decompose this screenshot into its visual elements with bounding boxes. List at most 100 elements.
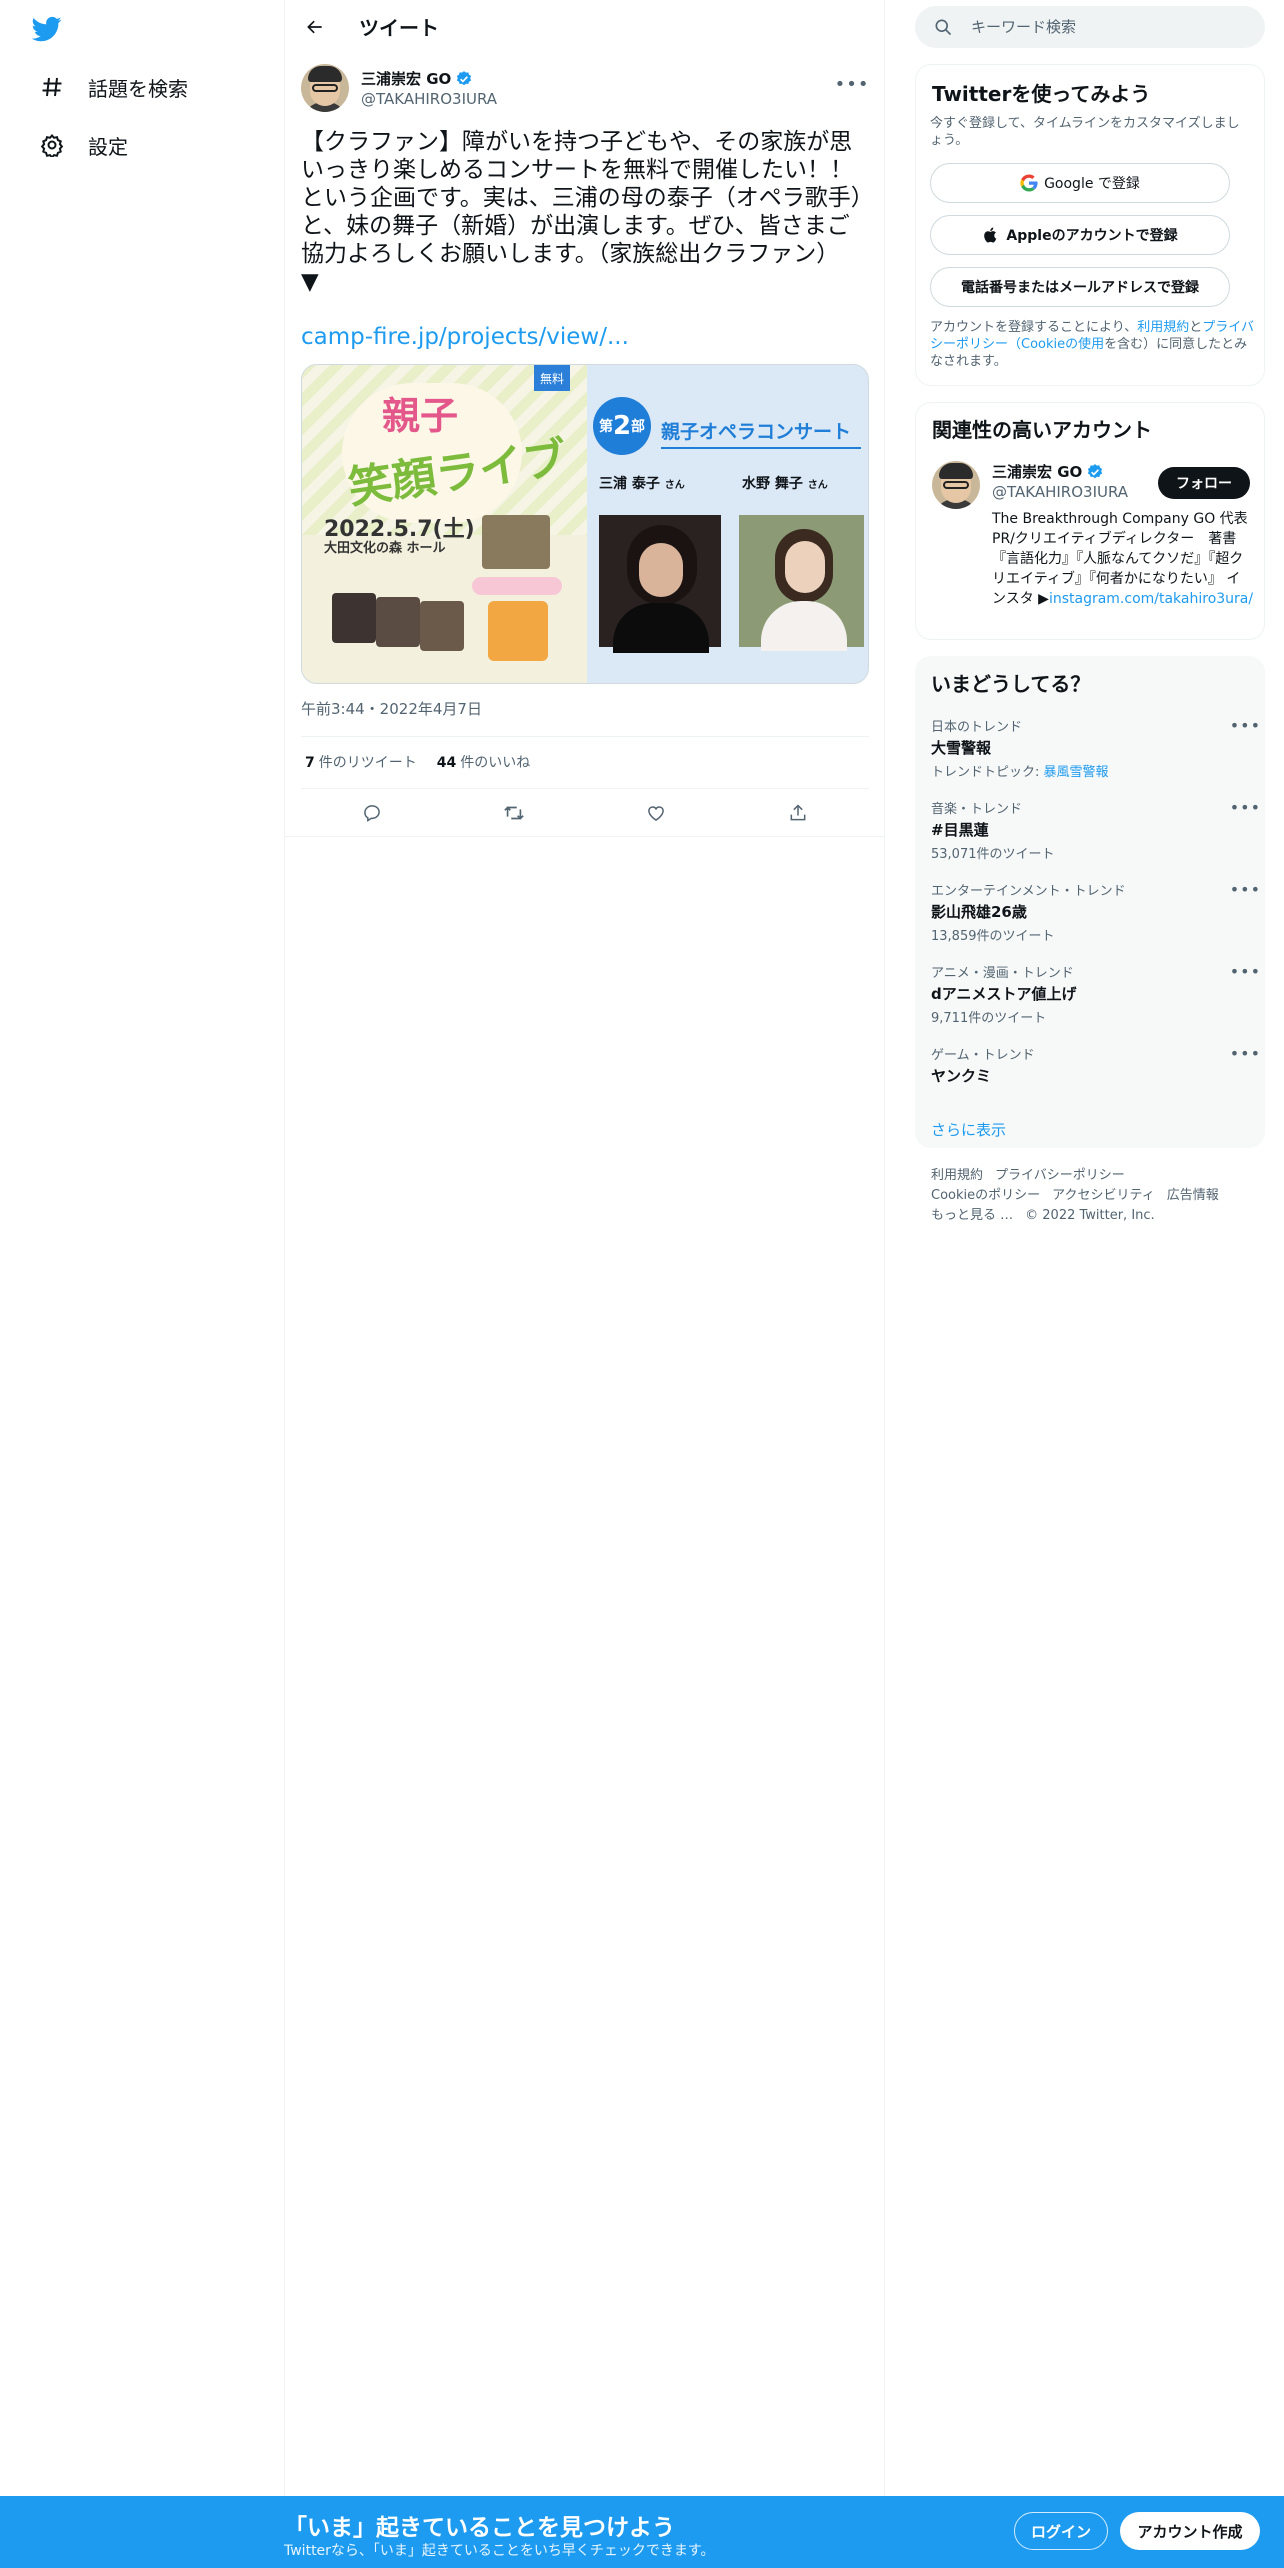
main-column: ツイート 三浦崇宏 GO @TAKAHIRO3IURA ••• 【クラファン】障… bbox=[285, 0, 885, 2568]
like-count[interactable]: 44 件のいいね bbox=[437, 752, 530, 772]
poster-info-box bbox=[488, 601, 548, 661]
poster-right: 第2部 親子オペラコンサート 三浦 泰子 さん 水野 舞子 さん bbox=[587, 365, 868, 683]
apple-icon bbox=[984, 227, 997, 243]
more-icon[interactable]: ••• bbox=[1230, 798, 1261, 817]
poster-performer-2: 水野 舞子 さん bbox=[742, 476, 828, 492]
retweet-icon bbox=[504, 806, 524, 820]
show-more-link[interactable]: さらに表示 bbox=[931, 1119, 1006, 1140]
apple-signup-button[interactable]: Appleのアカウントで登録 bbox=[930, 215, 1230, 255]
poster-photo bbox=[420, 601, 464, 651]
gear-icon bbox=[38, 131, 66, 159]
tweet-author: 三浦崇宏 GO @TAKAHIRO3IURA ••• bbox=[301, 63, 869, 113]
search-icon bbox=[935, 19, 952, 36]
trend-topic-link[interactable]: 暴風雪警報 bbox=[1044, 765, 1109, 780]
tweet-actions bbox=[301, 794, 869, 832]
more-icon[interactable]: ••• bbox=[1230, 962, 1261, 981]
poster-photo bbox=[482, 515, 550, 569]
more-icon[interactable]: ••• bbox=[1230, 1044, 1261, 1063]
google-signup-button[interactable]: Google で登録 bbox=[930, 163, 1230, 203]
divider bbox=[285, 836, 885, 837]
divider bbox=[301, 788, 869, 789]
trend-item[interactable]: 日本のトレンド 大雪警報 トレンドトピック: 暴風雪警報 ••• bbox=[931, 716, 1260, 780]
trend-item[interactable]: 音楽・トレンド #目黒蓮 53,071件のツイート ••• bbox=[931, 798, 1260, 862]
verified-badge-icon bbox=[457, 70, 472, 85]
tweet-text: 【クラファン】障がいを持つ子どもや、その家族が思いっきり楽しめるコンサートを無料… bbox=[301, 129, 863, 295]
poster-part-badge: 第2部 bbox=[593, 397, 651, 455]
twitter-logo-icon[interactable] bbox=[31, 14, 65, 44]
performer-photo bbox=[599, 515, 721, 653]
related-account-bio: The Breakthrough Company GO 代表 PR/クリエイティ… bbox=[992, 511, 1254, 607]
signup-button[interactable]: アカウント作成 bbox=[1120, 2512, 1260, 2550]
tweet-link[interactable]: camp-fire.jp/projects/view/... bbox=[301, 324, 629, 350]
footer-link[interactable]: 広告情報 bbox=[1167, 1188, 1219, 1203]
tweet-image[interactable]: 親子 笑顔ライブ 無料 2022.5.7(土) 大田文化の森 ホール 第2部 親… bbox=[301, 364, 869, 684]
page-header: ツイート bbox=[285, 0, 885, 53]
poster-left: 親子 笑顔ライブ 無料 2022.5.7(土) 大田文化の森 ホール bbox=[302, 365, 587, 683]
trend-item[interactable]: ゲーム・トレンド ヤンクミ ••• bbox=[931, 1044, 1260, 1086]
terms-link[interactable]: 利用規約 bbox=[1137, 320, 1189, 335]
signup-card-subtitle: 今すぐ登録して、タイムラインをカスタマイズしましょう。 bbox=[930, 116, 1240, 148]
footer-link[interactable]: プライバシーポリシー bbox=[995, 1168, 1125, 1183]
footer-link[interactable]: もっと見る … bbox=[931, 1208, 1013, 1223]
banner-subtitle: Twitterなら、「いま」起きていることをいち早くチェックできます。 bbox=[284, 2543, 715, 2559]
more-icon[interactable]: ••• bbox=[1230, 880, 1261, 899]
nav-item-explore[interactable]: 話題を検索 bbox=[30, 62, 196, 112]
google-icon bbox=[1020, 174, 1038, 192]
signup-card: Twitterを使ってみよう 今すぐ登録して、タイムラインをカスタマイズしましょ… bbox=[915, 64, 1265, 386]
footer-links: 利用規約 プライバシーポリシー Cookieのポリシー アクセシビリティ 広告情報 も… bbox=[931, 1166, 1251, 1226]
back-button[interactable] bbox=[297, 9, 333, 45]
author-name[interactable]: 三浦崇宏 GO bbox=[361, 68, 451, 89]
retweet-button[interactable] bbox=[496, 795, 532, 831]
poster-concert-title: 親子オペラコンサート bbox=[661, 421, 852, 443]
signup-banner: 「いま」起きていることを見つけよう Twitterなら、「いま」起きていることを… bbox=[0, 2496, 1284, 2568]
related-accounts-card: 関連性の高いアカウント 三浦崇宏 GO @TAKAHIRO3IURA フォロー … bbox=[915, 402, 1265, 640]
trends-card-title: いまどうしてる？ bbox=[931, 672, 1091, 696]
phone-email-signup-button[interactable]: 電話番号またはメールアドレスで登録 bbox=[930, 267, 1230, 307]
poster-photo bbox=[376, 597, 420, 647]
hashtag-icon bbox=[38, 73, 66, 101]
banner-title: 「いま」起きていることを見つけよう bbox=[284, 2515, 675, 2541]
reply-icon bbox=[364, 805, 380, 822]
more-icon: ••• bbox=[834, 73, 870, 95]
poster-venue: 大田文化の森 ホール bbox=[324, 541, 446, 556]
poster-decoration bbox=[472, 577, 562, 595]
search-input[interactable] bbox=[971, 18, 1231, 36]
search-bar[interactable] bbox=[915, 6, 1265, 48]
poster-performer-1: 三浦 泰子 さん bbox=[599, 476, 685, 492]
retweet-count[interactable]: 7 件のリツイート bbox=[305, 752, 417, 772]
terms-text: アカウントを登録することにより、利用規約とプライバシーポリシー（Cookieの使… bbox=[930, 320, 1255, 369]
trends-card: いまどうしてる？ 日本のトレンド 大雪警報 トレンドトピック: 暴風雪警報 ••… bbox=[915, 656, 1265, 1148]
signup-card-title: Twitterを使ってみよう bbox=[932, 82, 1151, 106]
related-account-name[interactable]: 三浦崇宏 GO bbox=[992, 461, 1082, 482]
trend-item[interactable]: アニメ・漫画・トレンド dアニメストア値上げ 9,711件のツイート ••• bbox=[931, 962, 1260, 1026]
copyright: © 2022 Twitter, Inc. bbox=[1025, 1208, 1155, 1223]
performer-photo bbox=[739, 515, 864, 651]
tweet-timestamp[interactable]: 午前3:44・2022年4月7日 bbox=[301, 698, 482, 719]
nav-item-settings[interactable]: 設定 bbox=[30, 120, 136, 170]
share-button[interactable] bbox=[780, 795, 816, 831]
avatar[interactable] bbox=[301, 64, 349, 112]
share-icon bbox=[790, 804, 806, 821]
like-button[interactable] bbox=[638, 795, 674, 831]
related-card-title: 関連性の高いアカウント bbox=[932, 418, 1152, 442]
tweet-stats: 7 件のリツイート 44 件のいいね bbox=[305, 752, 550, 772]
trend-item[interactable]: エンターテインメント・トレンド 影山飛雄26歳 13,859件のツイート ••• bbox=[931, 880, 1260, 944]
author-handle[interactable]: @TAKAHIRO3IURA bbox=[361, 90, 497, 108]
poster-photo bbox=[332, 593, 376, 643]
heart-icon bbox=[648, 806, 664, 821]
follow-button[interactable]: フォロー bbox=[1158, 467, 1250, 499]
related-account-handle[interactable]: @TAKAHIRO3IURA bbox=[992, 483, 1128, 501]
divider bbox=[301, 736, 869, 737]
nav-item-label: 設定 bbox=[88, 134, 128, 159]
bio-link[interactable]: instagram.com/takahiro3ura/ bbox=[1049, 591, 1253, 607]
footer-link[interactable]: アクセシビリティ bbox=[1052, 1188, 1155, 1203]
left-nav: 話題を検索 設定 bbox=[0, 0, 285, 2568]
footer-link[interactable]: 利用規約 bbox=[931, 1168, 983, 1183]
footer-link[interactable]: Cookieのポリシー bbox=[931, 1188, 1040, 1203]
login-button[interactable]: ログイン bbox=[1014, 2512, 1108, 2550]
more-icon[interactable]: ••• bbox=[1230, 716, 1261, 735]
poster-free-badge: 無料 bbox=[534, 365, 570, 391]
more-options-button[interactable]: ••• bbox=[835, 67, 869, 101]
avatar[interactable] bbox=[932, 461, 980, 509]
reply-button[interactable] bbox=[354, 795, 390, 831]
